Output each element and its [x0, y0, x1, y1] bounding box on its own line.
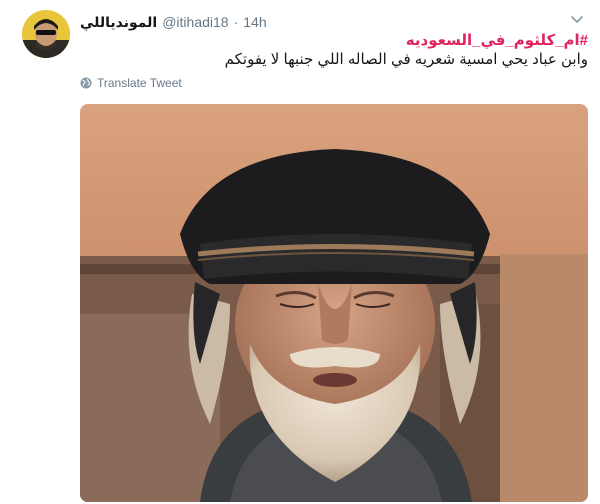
- hashtag-link[interactable]: #ام_كلثوم_في_السعوديه: [80, 31, 588, 50]
- photo-old-man-black-turban: [80, 104, 588, 502]
- avatar-image: [22, 10, 70, 58]
- translate-label[interactable]: Translate Tweet: [97, 76, 182, 90]
- chevron-down-icon[interactable]: [568, 12, 586, 28]
- user-handle[interactable]: @itihadi18: [162, 14, 228, 30]
- timestamp[interactable]: 14h: [243, 14, 266, 30]
- globe-icon: [80, 77, 92, 89]
- tweet-body: وابن عباد يحي امسية شعريه في الصاله اللي…: [224, 51, 588, 68]
- tweet-card[interactable]: الموندياللي @itihadi18 · 14h #ام_كلثوم_ف…: [0, 0, 600, 504]
- translate-tweet-link[interactable]: Translate Tweet: [80, 76, 182, 90]
- tweet-header: الموندياللي @itihadi18 · 14h: [80, 12, 267, 32]
- tweet-photo[interactable]: [80, 104, 588, 502]
- display-name[interactable]: الموندياللي: [80, 14, 157, 31]
- avatar[interactable]: [22, 10, 70, 58]
- separator-dot: ·: [233, 14, 239, 30]
- tweet-text: #ام_كلثوم_في_السعوديه وابن عباد يحي امسي…: [80, 31, 588, 69]
